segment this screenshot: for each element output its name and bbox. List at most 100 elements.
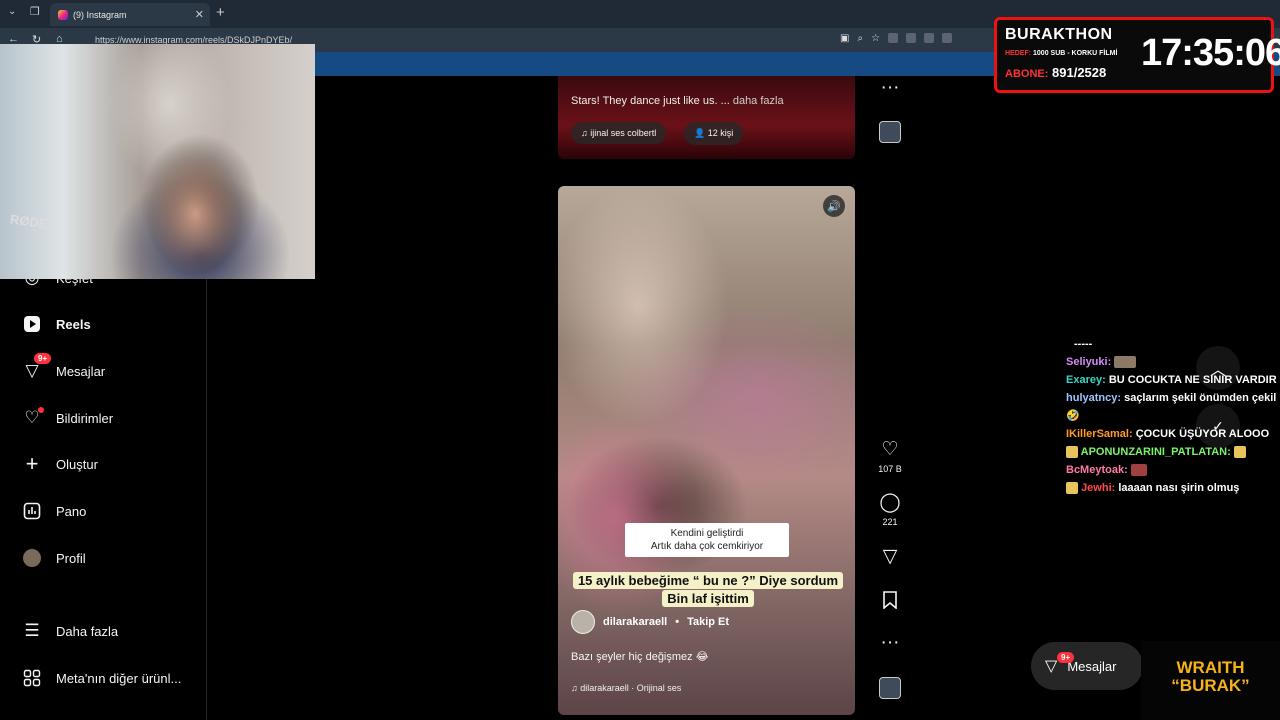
extension-icon[interactable] [906, 33, 917, 43]
emote-icon [1130, 464, 1147, 477]
comment-button[interactable]: ◯ 221 [872, 492, 908, 528]
sidebar-item-label: Meta'nın diğer ürünl... [56, 670, 182, 686]
chat-user: Seliyuki: [1066, 356, 1112, 368]
sidebar-item-label: Oluştur [56, 456, 98, 472]
chat-text: BU COCUKTA NE SINIR VARDIR [1108, 374, 1277, 386]
tab-list-chevron-icon[interactable]: ⌄ [8, 6, 16, 17]
title-line: Bin laf işittim [662, 590, 754, 607]
workspaces-icon[interactable]: ❐ [30, 5, 40, 18]
audio-avatar-thumb[interactable] [879, 677, 901, 699]
follow-button[interactable]: Takip Et [687, 616, 729, 628]
tab-close-icon[interactable]: ✕ [195, 8, 204, 21]
caption-text: Stars! They dance just like us. ... [571, 95, 730, 107]
save-button[interactable] [872, 591, 908, 614]
previous-reel-chevron-up-icon[interactable]: ︿ [1196, 346, 1240, 390]
chat-message: Exarey: BU COCUKTA NE SINIR VARDIR [1066, 371, 1278, 389]
logo-line: “BURAK” [1171, 676, 1250, 695]
stream-name: BURAKTHON [1005, 26, 1113, 43]
subs-label: ABONE: [1005, 68, 1049, 80]
more-options-button[interactable]: ··· [872, 78, 908, 98]
send-icon: ▽ [882, 546, 898, 567]
sidebar-item-profil[interactable]: Profil [22, 548, 86, 568]
badge-icon [1066, 446, 1078, 459]
reel-caption: Bazı şeyler hiç değişmez 😂 [571, 651, 709, 663]
sidebar-item-meta-products[interactable]: Meta'nın diğer ürünl... [22, 668, 181, 688]
subtitle-line: Kendini geliştirdi [670, 528, 744, 539]
chat-text: laaaan nası şirin olmuş [1118, 482, 1240, 494]
heart-icon: ♡ [22, 407, 44, 428]
tab-title: (9) Instagram [73, 9, 127, 20]
sidebar-item-bildirimler[interactable]: ♡ Bildirimler [22, 407, 113, 428]
chat-user: APONUNZARINI_PATLATAN: [1080, 446, 1231, 458]
separator: • [675, 616, 680, 628]
instagram-favicon-icon [58, 9, 68, 20]
sidebar-item-label: Pano [56, 503, 87, 519]
video-title-overlay: 15 aylık bebeğime “ bu ne ?” Diye sordum… [563, 572, 853, 608]
more-options-button[interactable]: ··· [872, 633, 908, 653]
messages-floating-button[interactable]: ▽ 9+ Mesajlar [1031, 642, 1143, 690]
chat-message: BcMeytoak: [1066, 461, 1278, 479]
comment-icon: ◯ [879, 492, 901, 513]
sidebar-item-label: Daha fazla [56, 623, 119, 639]
extension-icon[interactable] [888, 33, 899, 43]
audio-label: dilarakaraell · Orijinal ses [580, 683, 682, 693]
new-tab-button[interactable]: + [216, 4, 225, 21]
share-button[interactable]: ▽ [872, 547, 908, 567]
sidebar-item-reels[interactable]: Reels [22, 314, 91, 334]
people-pill[interactable]: 👤 12 kişi [684, 122, 744, 145]
grid-icon [22, 668, 42, 688]
chat-message: IKillerSamal: ÇOCUK ÜŞÜYOR ALOOO [1066, 425, 1278, 443]
sidebar-item-pano[interactable]: Pano [22, 501, 86, 521]
extension-icon[interactable] [942, 33, 953, 43]
reel-caption: Stars! They dance just like us. ... daha… [571, 95, 784, 107]
chat-message: APONUNZARINI_PATLATAN: [1066, 443, 1278, 461]
sidebar-item-mesajlar[interactable]: ▽ 9+ Mesajlar [22, 353, 106, 381]
browser-tab-instagram[interactable]: (9) Instagram ✕ [50, 3, 210, 26]
chat-user: Jewhi: [1081, 482, 1116, 494]
like-button[interactable]: ♡ 107 B [872, 439, 908, 475]
menu-icon: ☰ [24, 621, 40, 640]
next-reel-chevron-down-icon[interactable]: ✓ [1196, 404, 1240, 448]
extension-icon[interactable] [924, 33, 935, 43]
plus-icon: + [25, 451, 39, 476]
messenger-icon: ▽ [1045, 658, 1058, 675]
favorite-star-icon[interactable]: ☆ [871, 33, 880, 44]
sidebar-item-label: Mesajlar [56, 363, 106, 379]
sponsor-logo: WRAITH “BURAK” [1141, 641, 1280, 720]
sound-icon[interactable]: 🔊 [823, 195, 845, 217]
sidebar-item-label: Reels [56, 316, 91, 332]
extensions-bar: ▣ ⌕ ☆ [840, 33, 953, 44]
reels-icon [22, 314, 42, 334]
author-name[interactable]: dilarakaraell [603, 616, 667, 628]
stream-goal: HEDEF: 1000 SUB - KORKU FİLMİ [1005, 50, 1117, 57]
stream-timer-overlay: BURAKTHON HEDEF: 1000 SUB - KORKU FİLMİ … [994, 17, 1280, 93]
chat-message: Jewhi: laaaan nası şirin olmuş [1066, 479, 1278, 497]
audio-pill[interactable]: ♫ ijinal ses colbertl [571, 122, 667, 144]
stream-clock: 17:35:06 [1141, 32, 1280, 74]
author-avatar[interactable] [571, 610, 595, 634]
subs-value: 891/2528 [1052, 65, 1107, 80]
chat-user: IKillerSamal: [1066, 428, 1133, 440]
like-count: 107 B [878, 464, 902, 474]
webcam-overlay: RØDE [0, 44, 315, 279]
title-line: 15 aylık bebeğime “ bu ne ?” Diye sordum [572, 572, 844, 589]
chat-message: Seliyuki: [1066, 353, 1278, 371]
profile-avatar [22, 548, 42, 568]
badge-icon [1066, 482, 1078, 495]
sidebar-item-label: Profil [56, 550, 86, 566]
reader-view-icon[interactable]: ▣ [840, 33, 849, 44]
messages-label: Mesajlar [1067, 658, 1117, 674]
reel-video[interactable]: 🔊 Kendini geliştirdi Artık daha çok cemk… [558, 186, 855, 715]
chat-user: BcMeytoak: [1066, 464, 1128, 476]
zoom-icon[interactable]: ⌕ [857, 33, 863, 44]
audio-avatar-thumb[interactable] [879, 121, 901, 143]
audio-link[interactable]: ♫ dilarakaraell · Orijinal ses [571, 683, 681, 693]
chat-divider: ----- [1074, 338, 1093, 350]
microphone-brand: RØDE [9, 211, 49, 232]
heart-icon: ♡ [881, 439, 899, 460]
reel-previous[interactable]: Stars! They dance just like us. ... daha… [558, 76, 855, 159]
goal-label: HEDEF: [1005, 50, 1032, 57]
sidebar-item-olustur[interactable]: + Oluştur [22, 451, 98, 476]
caption-more-link[interactable]: daha fazla [733, 95, 784, 107]
sidebar-item-daha-fazla[interactable]: ☰ Daha fazla [22, 621, 118, 641]
